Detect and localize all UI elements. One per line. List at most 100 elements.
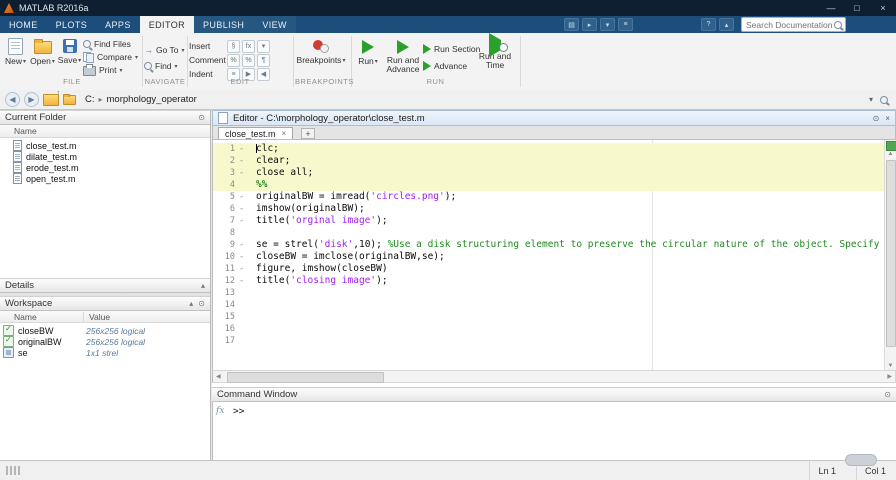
search-icon[interactable] <box>834 20 842 29</box>
panel-menu-icon[interactable]: ⊙ <box>873 114 880 123</box>
tab-plots[interactable]: PLOTS <box>47 16 97 33</box>
scroll-right-icon[interactable]: ▶ <box>887 371 892 382</box>
breakpoint-gutter[interactable]: - <box>235 251 248 263</box>
code-line[interactable]: 17 <box>213 335 884 347</box>
up-one-level-icon[interactable] <box>43 90 60 106</box>
file-item[interactable]: dilate_test.m <box>0 151 210 162</box>
address-dropdown-icon[interactable]: ▾ <box>869 95 873 104</box>
breadcrumb-folder[interactable]: morphology_operator <box>107 94 197 105</box>
code-line[interactable]: 5- originalBW = imread('circles.png'); <box>213 191 884 203</box>
breadcrumb[interactable]: C: ▸ morphology_operator <box>80 92 865 108</box>
tab-home[interactable]: HOME <box>0 16 47 33</box>
wrap-comment-icon[interactable]: ¶ <box>257 53 270 67</box>
workspace-column-header[interactable]: Name Value <box>0 311 210 323</box>
uncomment-icon[interactable]: % <box>242 53 255 67</box>
code-line[interactable]: 16 <box>213 323 884 335</box>
panel-menu-icon[interactable]: ⊙ <box>884 390 891 399</box>
comment-percent-icon[interactable]: % <box>227 53 240 67</box>
breadcrumb-drive[interactable]: C: <box>85 94 95 105</box>
tab-apps[interactable]: APPS <box>96 16 140 33</box>
vertical-scroll-thumb[interactable] <box>886 160 896 347</box>
code-editor[interactable]: 1- clc; 2- clear; 3- close all; 4%% 5- originalB… <box>212 140 896 370</box>
file-item[interactable]: open_test.m <box>0 173 210 184</box>
open-button[interactable]: Open ▾ <box>29 35 56 76</box>
run-and-time-button[interactable]: Run and Time <box>475 33 515 75</box>
quick-access-icon-4[interactable]: ≡ <box>618 18 633 31</box>
print-button[interactable]: Print ▾ <box>83 64 138 76</box>
file-item[interactable]: erode_test.m <box>0 162 210 173</box>
workspace-row[interactable]: originalBW 256x256 logical <box>0 335 210 347</box>
code-line[interactable]: 12- title('closing image'); <box>213 275 884 287</box>
help-icon[interactable]: ? <box>701 18 716 31</box>
editor-vertical-scrollbar[interactable]: ▲ ▼ <box>884 140 896 370</box>
command-prompt[interactable]: >> <box>233 406 244 417</box>
search-documentation-input[interactable] <box>746 19 834 30</box>
panel-menu-icon[interactable]: ⊙ <box>198 299 205 308</box>
tab-view[interactable]: VIEW <box>253 16 296 33</box>
insert-more-icon[interactable]: ▾ <box>257 39 270 53</box>
run-button[interactable]: Run ▾ <box>353 35 383 75</box>
maximize-button[interactable]: □ <box>844 0 870 16</box>
breakpoint-gutter[interactable]: - <box>235 275 248 287</box>
command-window-header[interactable]: Command Window ⊙ <box>212 387 896 402</box>
code-line[interactable]: 14 <box>213 299 884 311</box>
breakpoint-gutter[interactable]: - <box>235 239 248 251</box>
find-files-button[interactable]: Find Files <box>83 38 138 50</box>
tab-close-icon[interactable]: × <box>282 129 287 138</box>
details-header[interactable]: Details ▴ <box>0 278 210 293</box>
workspace-header[interactable]: Workspace ▴ ⊙ <box>0 296 210 311</box>
code-line[interactable]: 3- close all; <box>213 167 884 179</box>
collapse-icon[interactable]: ▴ <box>201 281 205 290</box>
editor-close-icon[interactable]: × <box>885 114 890 123</box>
quick-access-icon-3[interactable]: ▾ <box>600 18 615 31</box>
code-analyzer-indicator[interactable] <box>886 141 896 151</box>
breakpoint-gutter[interactable]: - <box>235 203 248 215</box>
advance-button[interactable]: Advance <box>423 60 475 72</box>
code-line[interactable]: 6- imshow(originalBW); <box>213 203 884 215</box>
code-line[interactable]: 2- clear; <box>213 155 884 167</box>
search-folder-icon[interactable] <box>880 95 888 104</box>
breakpoint-gutter[interactable]: - <box>235 215 248 227</box>
scroll-down-icon[interactable]: ▼ <box>885 363 896 369</box>
find-button[interactable]: Find ▾ <box>144 60 186 72</box>
tab-close-test[interactable]: close_test.m × <box>218 127 294 139</box>
file-item[interactable]: close_test.m <box>0 140 210 151</box>
collapse-icon[interactable]: ▴ <box>189 299 193 308</box>
code-line[interactable]: 8 <box>213 227 884 239</box>
code-line[interactable]: 11- figure, imshow(closeBW) <box>213 263 884 275</box>
insert-section-icon[interactable]: § <box>227 39 240 53</box>
horizontal-scroll-thumb[interactable] <box>227 372 384 383</box>
breakpoint-gutter[interactable]: - <box>235 143 248 155</box>
run-and-advance-button[interactable]: Run and Advance <box>383 35 423 75</box>
run-section-button[interactable]: Run Section <box>423 43 480 55</box>
code-line[interactable]: 4%% <box>213 179 884 191</box>
panel-menu-icon[interactable]: ⊙ <box>198 113 205 122</box>
quick-access-icon-2[interactable]: ▸ <box>582 18 597 31</box>
back-button[interactable]: ◀ <box>5 92 20 107</box>
workspace-row[interactable]: closeBW 256x256 logical <box>0 324 210 336</box>
go-to-button[interactable]: → Go To ▾ <box>144 44 186 56</box>
save-button[interactable]: Save ▾ <box>56 35 83 76</box>
breakpoint-gutter[interactable]: - <box>235 263 248 275</box>
breakpoint-gutter[interactable]: - <box>235 155 248 167</box>
forward-button[interactable]: ▶ <box>24 92 39 107</box>
scroll-up-icon[interactable]: ▲ <box>885 151 896 157</box>
code-line[interactable]: 7- title('orginal image'); <box>213 215 884 227</box>
current-folder-column-header[interactable]: Name <box>0 125 210 138</box>
workspace-row[interactable]: se 1x1 strel <box>0 347 210 358</box>
command-scrollbar-thumb[interactable] <box>845 454 877 466</box>
scroll-left-icon[interactable]: ◀ <box>216 371 221 382</box>
breakpoint-gutter[interactable]: - <box>235 167 248 179</box>
new-button[interactable]: New ▾ <box>2 35 29 76</box>
code-line[interactable]: 15 <box>213 311 884 323</box>
community-icon[interactable]: ▴ <box>719 18 734 31</box>
code-line[interactable]: 9- se = strel('disk',10); %Use a disk str… <box>213 239 884 251</box>
code-line[interactable]: 1- clc; <box>213 143 884 155</box>
breakpoint-gutter[interactable]: - <box>235 191 248 203</box>
browse-folder-icon[interactable] <box>63 93 76 105</box>
quick-access-icon-1[interactable]: ▤ <box>564 18 579 31</box>
editor-horizontal-scrollbar[interactable]: ◀ ▶ <box>212 370 896 383</box>
current-folder-header[interactable]: Current Folder ⊙ <box>0 110 210 125</box>
code-line[interactable]: 10- closeBW = imclose(originalBW,se); <box>213 251 884 263</box>
editor-titlebar[interactable]: Editor - C:\morphology_operator\close_te… <box>212 110 896 126</box>
